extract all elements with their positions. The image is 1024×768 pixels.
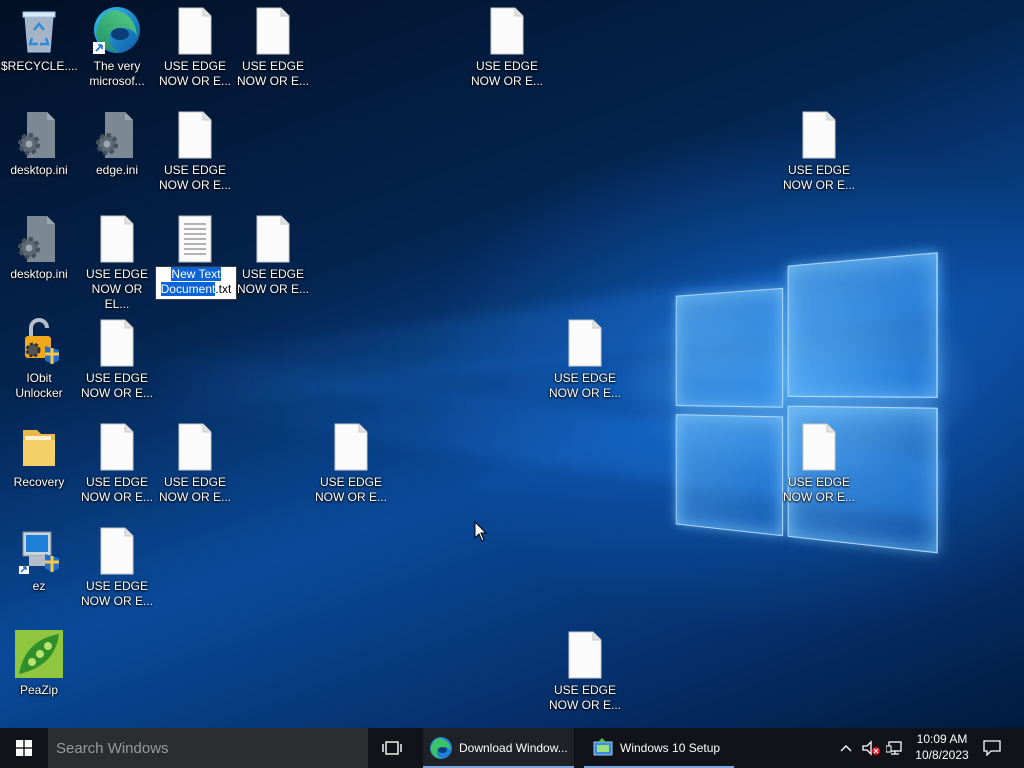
icon-label: USE EDGE: [553, 371, 616, 385]
icon-label: $RECYCLE....: [1, 59, 78, 73]
ez-shortcut-icon[interactable]: ez: [1, 526, 77, 594]
icon-label: PeaZip: [19, 683, 59, 697]
selected-name-text: Document: [160, 282, 216, 296]
edge-icon: [430, 737, 452, 759]
use-edge-file-icon[interactable]: USE EDGE NOW OR E...: [781, 422, 857, 505]
clock-time: 10:09 AM: [916, 732, 968, 746]
desktop-ini-file-icon[interactable]: desktop.ini: [1, 214, 77, 282]
show-hidden-icons-button[interactable]: [836, 728, 856, 768]
peazip-icon[interactable]: PeaZip: [1, 630, 77, 698]
icon-label: NOW OR E...: [549, 386, 621, 400]
icon-label: NOW OR E...: [549, 698, 621, 712]
use-edge-file-icon[interactable]: USE EDGE NOW OR E...: [79, 318, 155, 401]
icon-label: NOW OR E...: [783, 490, 855, 504]
selected-name-text: New Text: [171, 267, 221, 281]
notification-icon: [983, 740, 1001, 756]
use-edge-file-icon[interactable]: USE EDGE NOW OR E...: [235, 6, 311, 89]
use-edge-file-icon[interactable]: USE EDGE NOW OR E...: [547, 318, 623, 401]
icon-label: USE EDGE: [787, 163, 850, 177]
use-edge-file-icon[interactable]: USE EDGE NOW OR E...: [79, 526, 155, 609]
use-edge-file-icon[interactable]: USE EDGE NOW OR E...: [157, 422, 233, 505]
desktop[interactable]: $RECYCLE.... desktop.ini desktop.ini IOb…: [0, 0, 1024, 728]
search-placeholder: Search Windows: [56, 739, 169, 757]
icon-label: USE EDGE: [787, 475, 850, 489]
network-button[interactable]: [884, 728, 906, 768]
icon-label: NOW OR E...: [237, 282, 309, 296]
icon-label: edge.ini: [95, 163, 139, 177]
icon-label: USE EDGE: [475, 59, 538, 73]
icon-label: NOW OR E...: [237, 74, 309, 88]
use-edge-file-icon[interactable]: USE EDGE NOW OR E...: [313, 422, 389, 505]
use-edge-file-icon[interactable]: USE EDGE NOW OR E...: [79, 422, 155, 505]
icon-label: NOW OR E...: [81, 594, 153, 608]
recovery-folder-icon[interactable]: Recovery: [1, 422, 77, 490]
mouse-pointer-icon: [474, 520, 488, 548]
clock[interactable]: 10:09 AM 10/8/2023: [912, 731, 972, 763]
icon-label: The very: [93, 59, 141, 73]
icon-label: Unlocker: [15, 386, 63, 400]
icon-label: NOW OR E...: [159, 74, 231, 88]
network-icon: [886, 741, 902, 755]
icon-label: USE EDGE: [163, 475, 226, 489]
icon-label: NOW OR E...: [81, 386, 153, 400]
search-input[interactable]: Search Windows: [48, 728, 368, 768]
setup-icon: [593, 738, 613, 756]
use-edge-file-icon[interactable]: USE EDGE NOW OR E...: [781, 110, 857, 193]
taskbar-app-windows-setup[interactable]: Windows 10 Setup: [584, 728, 734, 768]
taskbar-app-label: Download Window...: [459, 741, 568, 755]
taskbar-app-label: Windows 10 Setup: [620, 741, 721, 755]
icon-label: USE EDGE: [85, 267, 148, 281]
use-edge-file-icon[interactable]: USE EDGE NOW OR E...: [547, 630, 623, 713]
use-edge-file-icon[interactable]: USE EDGE NOW OR E...: [157, 6, 233, 89]
use-edge-file-icon[interactable]: USE EDGE NOW OR E...: [469, 6, 545, 89]
clock-date: 10/8/2023: [915, 748, 969, 762]
icon-label: Recovery: [13, 475, 65, 489]
use-edge-file-icon[interactable]: USE EDGE NOW OR E...: [157, 110, 233, 193]
icon-label: USE EDGE: [85, 579, 148, 593]
icon-label: NOW OR E...: [159, 490, 231, 504]
taskbar-app-edge[interactable]: Download Window...: [423, 728, 574, 768]
taskbar: Search Windows Download Window... Window…: [0, 728, 1024, 768]
icon-label: USE EDGE: [85, 475, 148, 489]
chevron-up-icon: [840, 745, 852, 752]
icon-label: ez: [32, 579, 46, 593]
icon-label: NOW OR EL...: [91, 282, 143, 311]
icon-label: USE EDGE: [163, 163, 226, 177]
icon-label: USE EDGE: [319, 475, 382, 489]
desktop-ini-file-icon[interactable]: desktop.ini: [1, 110, 77, 178]
recycle-bin-icon[interactable]: $RECYCLE....: [1, 6, 78, 74]
task-view-icon: [382, 741, 402, 755]
new-text-document-icon[interactable]: [157, 214, 233, 267]
rename-textbox[interactable]: New Text Document.txt: [155, 266, 237, 300]
icon-label: USE EDGE: [241, 267, 304, 281]
icon-label: desktop.ini: [10, 163, 68, 177]
icon-label: NOW OR E...: [159, 178, 231, 192]
icon-label: IObit: [26, 371, 52, 385]
icon-label: NOW OR E...: [783, 178, 855, 192]
icon-label: USE EDGE: [241, 59, 304, 73]
icon-label: USE EDGE: [553, 683, 616, 697]
icon-label: USE EDGE: [163, 59, 226, 73]
icon-label: desktop.ini: [10, 267, 68, 281]
use-edge-file-icon[interactable]: USE EDGE NOW OR E...: [235, 214, 311, 297]
edge-shortcut-icon[interactable]: The very microsof...: [79, 6, 155, 89]
iobit-unlocker-icon[interactable]: IObit Unlocker: [1, 318, 77, 401]
edge-ini-file-icon[interactable]: edge.ini: [79, 110, 155, 178]
windows-start-icon: [16, 740, 32, 756]
file-extension-text: .txt: [215, 282, 232, 296]
volume-muted-icon: [862, 740, 880, 756]
icon-label: NOW OR E...: [471, 74, 543, 88]
icon-label: NOW OR E...: [81, 490, 153, 504]
start-button[interactable]: [0, 728, 48, 768]
action-center-button[interactable]: [976, 728, 1008, 768]
task-view-button[interactable]: [376, 728, 408, 768]
volume-button[interactable]: [860, 728, 882, 768]
icon-label: NOW OR E...: [315, 490, 387, 504]
icon-label: USE EDGE: [85, 371, 148, 385]
use-edge-file-icon[interactable]: USE EDGE NOW OR EL...: [79, 214, 155, 312]
icon-label: microsof...: [89, 74, 145, 88]
